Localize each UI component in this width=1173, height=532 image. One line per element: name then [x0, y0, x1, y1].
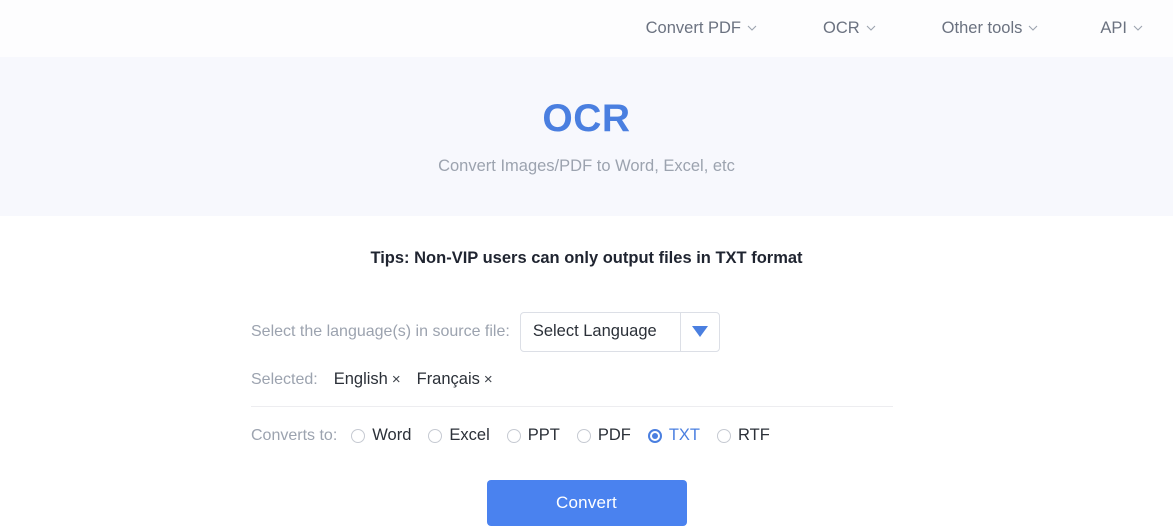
radio-indicator — [351, 428, 366, 443]
radio-label: PDF — [597, 426, 631, 445]
nav-item-label: Convert PDF — [645, 19, 741, 38]
radio-option-ppt[interactable]: PPT — [506, 426, 560, 445]
radio-label: Excel — [449, 426, 490, 445]
chip-label: Français — [416, 370, 480, 389]
radio-option-rtf[interactable]: RTF — [717, 427, 770, 444]
site-header: Convert PDF OCR Other tools API — [0, 0, 1173, 57]
main-navigation: Convert PDF OCR Other tools API — [646, 20, 1173, 37]
selected-languages-row: Selected: English × Français × — [251, 369, 1173, 391]
selected-language-chip-english[interactable]: English × — [334, 371, 401, 388]
converts-to-row: Converts to: Word Excel PPT PDF TXT RTF — [251, 425, 1173, 447]
radio-label: Word — [372, 426, 412, 445]
form-divider — [251, 405, 893, 407]
language-select-row: Select the language(s) in source file: S… — [251, 311, 1173, 352]
language-select-value: Select Language — [532, 322, 657, 340]
remove-chip-icon[interactable]: × — [484, 371, 493, 388]
page-subtitle: Convert Images/PDF to Word, Excel, etc — [438, 156, 735, 175]
nav-item-ocr[interactable]: OCR — [823, 20, 876, 37]
language-select-label: Select the language(s) in source file: — [251, 322, 510, 340]
nav-item-label: Other tools — [941, 19, 1023, 38]
nav-item-other-tools[interactable]: Other tools — [942, 20, 1039, 37]
radio-indicator — [506, 428, 521, 443]
chevron-down-icon — [1133, 23, 1143, 33]
triangle-down-icon[interactable] — [679, 312, 719, 351]
selected-label: Selected: — [251, 370, 318, 388]
radio-option-excel[interactable]: Excel — [428, 426, 490, 445]
convert-button[interactable]: Convert — [486, 479, 687, 526]
convert-button-wrap: Convert — [0, 479, 1173, 526]
radio-label: PPT — [527, 426, 560, 445]
nav-item-api[interactable]: API — [1100, 20, 1143, 37]
nav-item-convert-pdf[interactable]: Convert PDF — [646, 20, 757, 37]
tips-notice: Tips: Non-VIP users can only output file… — [370, 249, 803, 267]
radio-indicator — [428, 428, 443, 443]
language-select[interactable]: Select Language — [519, 311, 720, 352]
converts-to-label: Converts to: — [251, 426, 338, 444]
chevron-down-icon — [1028, 23, 1038, 33]
chip-label: English — [333, 370, 388, 389]
chevron-down-icon — [866, 23, 876, 33]
chevron-down-icon — [747, 23, 757, 33]
radio-indicator — [647, 428, 662, 443]
remove-chip-icon[interactable]: × — [392, 371, 401, 388]
selected-language-chip-francais[interactable]: Français × — [417, 371, 493, 388]
radio-indicator — [576, 428, 591, 443]
hero-banner: OCR Convert Images/PDF to Word, Excel, e… — [0, 57, 1173, 216]
nav-item-label: OCR — [823, 19, 860, 38]
page-title: OCR — [542, 96, 631, 140]
nav-item-label: API — [1100, 19, 1127, 38]
radio-label: RTF — [738, 426, 770, 445]
radio-label: TXT — [668, 426, 701, 445]
main-content: Tips: Non-VIP users can only output file… — [0, 216, 1173, 526]
radio-option-word[interactable]: Word — [351, 427, 411, 444]
radio-option-pdf[interactable]: PDF — [576, 426, 631, 445]
radio-option-txt[interactable]: TXT — [647, 426, 701, 445]
ocr-form: Select the language(s) in source file: S… — [0, 311, 1173, 447]
radio-indicator — [717, 428, 732, 443]
